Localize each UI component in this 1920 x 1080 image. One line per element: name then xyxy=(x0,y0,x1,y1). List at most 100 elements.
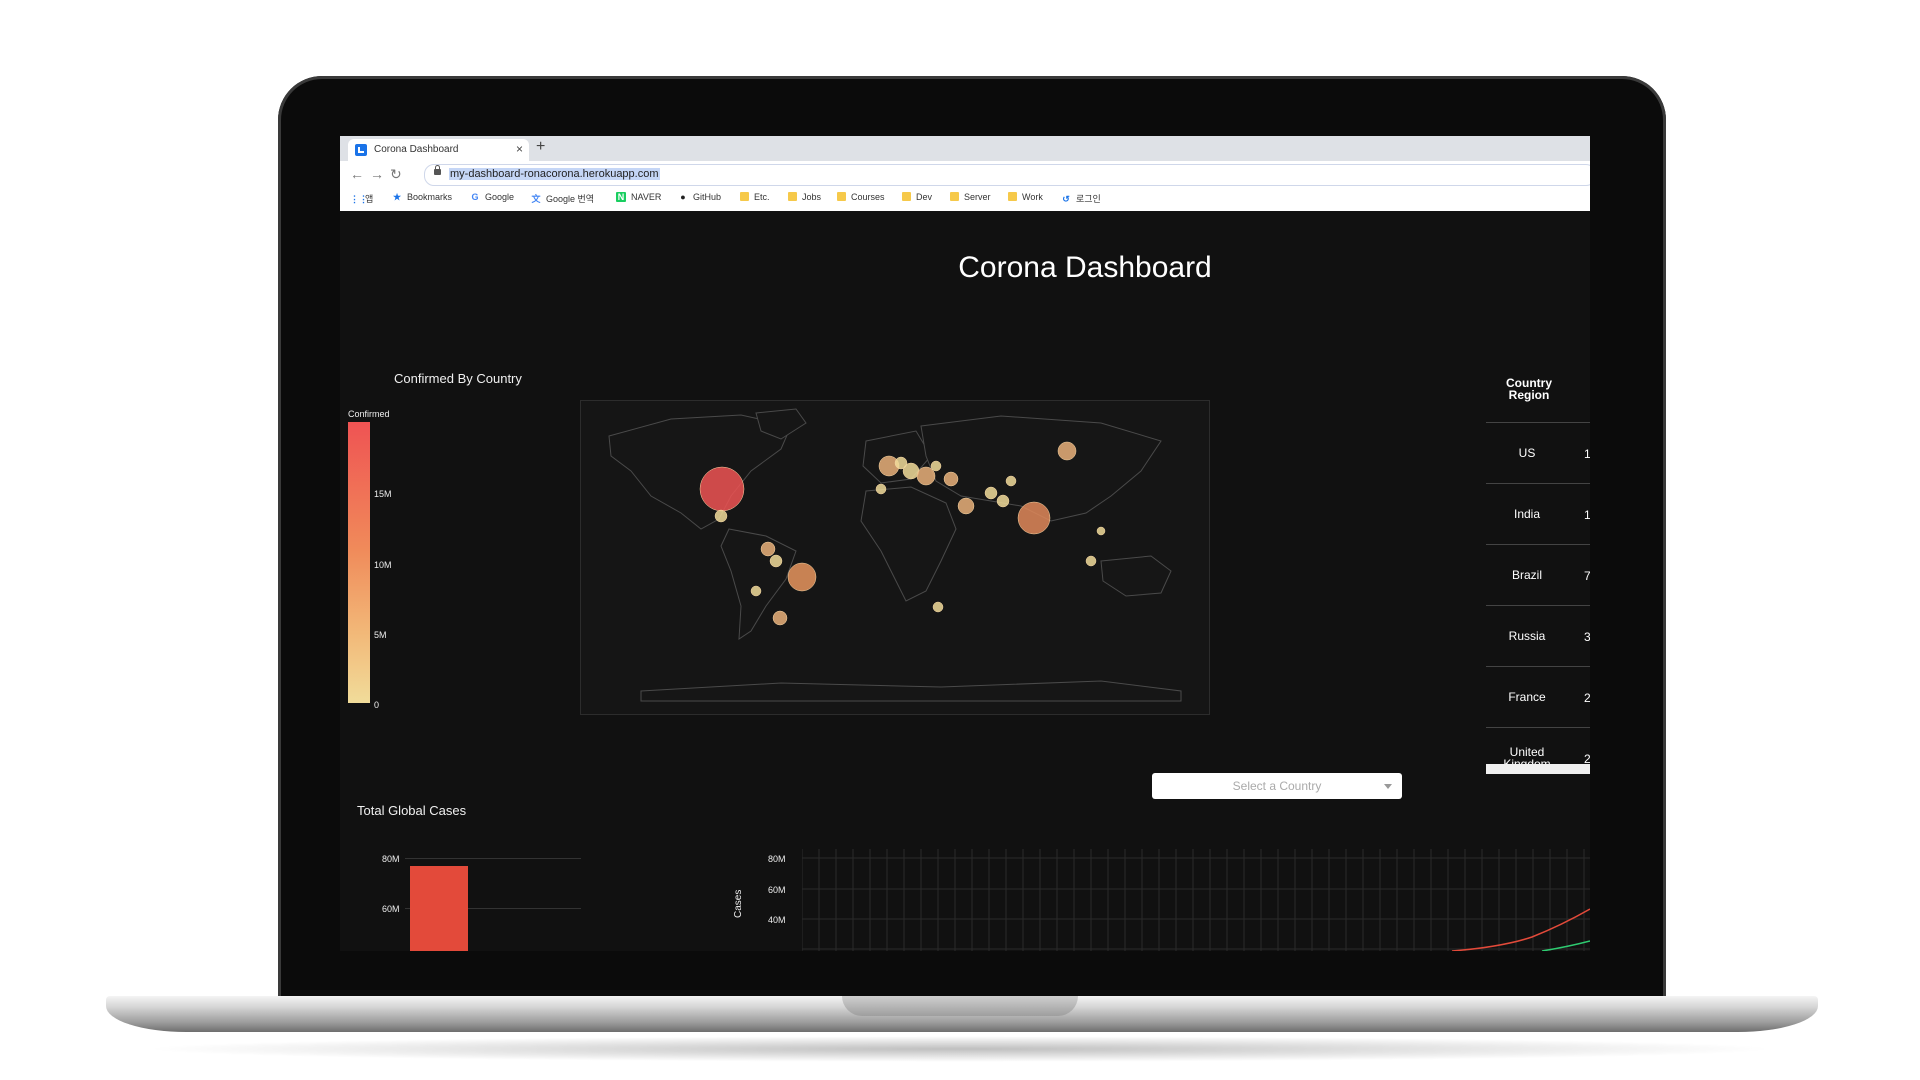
global-y-tick: 60M xyxy=(382,904,400,914)
folder-icon xyxy=(902,192,911,201)
cell-country: Brazil xyxy=(1511,568,1542,582)
reload-icon[interactable]: ↻ xyxy=(390,166,402,183)
country-table[interactable]: Country Region C US 1 India 1 Brazil 7 Russ… xyxy=(1486,357,1590,777)
folder-icon xyxy=(837,192,846,201)
tab-corona-dashboard[interactable]: Corona Dashboard × xyxy=(348,139,529,161)
country-select-placeholder: Select a Country xyxy=(1232,779,1322,793)
bookmark-apps[interactable]: ⋮⋮앱 xyxy=(350,192,373,205)
browser-toolbar: ← → ↻ my-dashboard-ronacorona.herokuapp.… xyxy=(340,161,1590,187)
bookmarks-bar: ⋮⋮앱 ★ Bookmarks G Google 文 Google 번역 N NAVER… xyxy=(340,187,1590,212)
back-icon[interactable]: ← xyxy=(350,166,364,182)
global-y-tick: 80M xyxy=(382,854,400,864)
table-row[interactable]: India 1 xyxy=(1486,484,1590,545)
colorbar xyxy=(348,422,370,703)
chart-favicon-icon xyxy=(355,144,367,156)
bookmark-jobs[interactable]: Jobs xyxy=(788,192,821,202)
table-row[interactable]: Russia 3 xyxy=(1486,606,1590,667)
country-bubble[interactable] xyxy=(984,486,998,500)
table-row[interactable]: Brazil 7 xyxy=(1486,545,1590,606)
country-bubble[interactable] xyxy=(1057,441,1077,461)
africa-outline xyxy=(860,486,957,602)
country-bubble[interactable] xyxy=(760,541,776,557)
country-bubble[interactable] xyxy=(1005,475,1017,487)
folder-icon xyxy=(1008,192,1017,201)
timeline-y-tick: 60M xyxy=(768,885,786,895)
country-bubble[interactable] xyxy=(769,554,783,568)
bookmark-courses[interactable]: Courses xyxy=(837,192,885,202)
country-select[interactable]: Select a Country xyxy=(1152,773,1402,799)
colorbar-tick: 0 xyxy=(374,700,380,710)
timeline-chart[interactable] xyxy=(802,849,1590,951)
browser-window: Corona Dashboard × + ← → ↻ my-dashboard-… xyxy=(340,136,1590,951)
country-bubble[interactable] xyxy=(787,562,817,592)
global-cases-bar xyxy=(410,866,468,951)
country-bubble[interactable] xyxy=(996,494,1010,508)
bookmark-work[interactable]: Work xyxy=(1008,192,1043,202)
table-row[interactable]: United Kingdom2 xyxy=(1486,728,1590,788)
oceania-outline xyxy=(1100,555,1172,597)
cell-country: US xyxy=(1518,446,1536,460)
country-bubble[interactable] xyxy=(957,497,975,515)
bookmark-etc[interactable]: Etc. xyxy=(740,192,770,202)
naver-icon: N xyxy=(616,192,626,202)
confirmed-series-line xyxy=(1451,908,1590,951)
cell-value: 1 xyxy=(1584,508,1590,522)
colorbar-title: Confirmed xyxy=(348,409,390,419)
chevron-down-icon[interactable] xyxy=(1384,784,1392,789)
country-bubble[interactable] xyxy=(750,585,762,597)
laptop-notch xyxy=(842,996,1078,1016)
colorbar-tick: 10M xyxy=(374,560,392,570)
tab-strip: Corona Dashboard × + xyxy=(340,136,1590,161)
new-tab-button[interactable]: + xyxy=(536,138,545,156)
header-country-region[interactable]: Country Region xyxy=(1494,377,1564,401)
world-map-svg xyxy=(608,408,1182,702)
bookmark-naver[interactable]: N NAVER xyxy=(616,192,661,202)
bookmark-google[interactable]: G Google xyxy=(470,192,514,202)
gridline xyxy=(405,858,581,859)
cell-country: France xyxy=(1508,690,1546,704)
tab-title: Corona Dashboard xyxy=(374,144,459,155)
bookmark-dev[interactable]: Dev xyxy=(902,192,932,202)
country-bubble[interactable] xyxy=(699,466,745,512)
url-text[interactable]: my-dashboard-ronacorona.herokuapp.com xyxy=(449,168,660,180)
table-header: Country Region C xyxy=(1486,357,1590,423)
forward-icon[interactable]: → xyxy=(370,166,384,182)
lock-icon xyxy=(434,165,441,175)
google-icon: G xyxy=(471,192,479,202)
star-icon: ★ xyxy=(392,192,402,202)
folder-icon xyxy=(950,192,959,201)
bookmark-google-translate[interactable]: 文 Google 번역 xyxy=(531,192,594,205)
apps-icon: ⋮⋮ xyxy=(350,194,368,204)
bookmark-server[interactable]: Server xyxy=(950,192,991,202)
table-horizontal-scrollbar[interactable] xyxy=(1486,764,1590,774)
translate-icon: 文 xyxy=(531,194,541,204)
github-icon: ● xyxy=(680,192,686,202)
map-section-label: Confirmed By Country xyxy=(394,371,522,386)
table-row[interactable]: US 1 xyxy=(1486,423,1590,484)
country-bubble[interactable] xyxy=(894,456,908,470)
timeline-y-label: Cases xyxy=(733,889,744,918)
bookmark-login[interactable]: ↺ 로그인 xyxy=(1061,192,1101,205)
cell-value: 1 xyxy=(1584,447,1590,461)
bookmark-bookmarks[interactable]: ★ Bookmarks xyxy=(392,192,452,203)
page-title: Corona Dashboard xyxy=(958,251,1212,284)
country-bubble[interactable] xyxy=(930,460,942,472)
table-row[interactable]: France 2 xyxy=(1486,667,1590,728)
country-bubble[interactable] xyxy=(943,471,959,487)
country-bubble[interactable] xyxy=(714,509,728,523)
colorbar-tick: 5M xyxy=(374,630,387,640)
country-bubble[interactable] xyxy=(875,483,887,495)
bookmark-github[interactable]: ● GitHub xyxy=(678,192,721,202)
country-bubble[interactable] xyxy=(772,610,788,626)
timeline-y-tick: 40M xyxy=(768,915,786,925)
close-tab-icon[interactable]: × xyxy=(516,142,523,156)
country-bubble[interactable] xyxy=(1096,526,1106,536)
address-bar[interactable]: my-dashboard-ronacorona.herokuapp.com xyxy=(424,164,1590,186)
country-bubble[interactable] xyxy=(932,601,944,613)
country-bubble[interactable] xyxy=(1017,501,1051,535)
world-map[interactable] xyxy=(580,400,1210,715)
header-confirmed[interactable]: C xyxy=(1584,375,1590,387)
country-bubble[interactable] xyxy=(1085,555,1097,567)
folder-icon xyxy=(740,192,749,201)
colorbar-tick: 15M xyxy=(374,489,392,499)
